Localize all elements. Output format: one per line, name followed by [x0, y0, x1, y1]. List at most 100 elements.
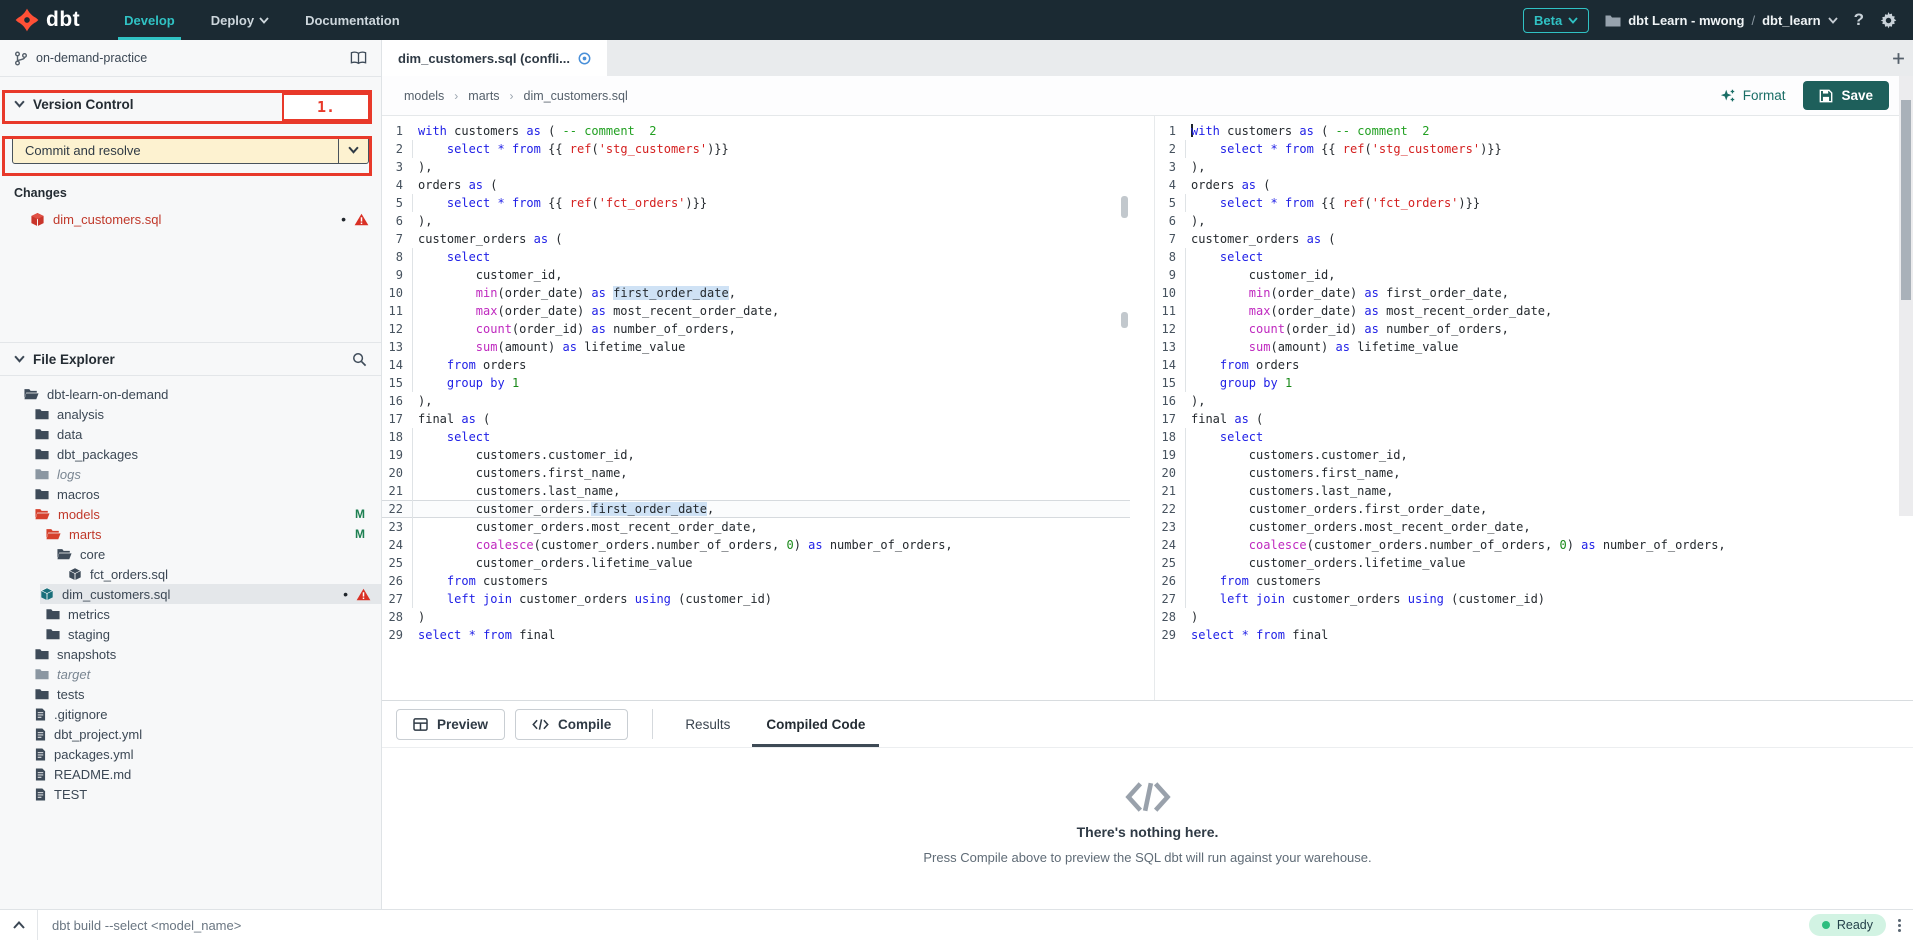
code-line-21[interactable]: 21 customers.last_name,: [1155, 482, 1913, 500]
code-line-25[interactable]: 25 customer_orders.lifetime_value: [382, 554, 1130, 572]
code-line-23[interactable]: 23 customer_orders.most_recent_order_dat…: [382, 518, 1130, 536]
new-tab-button[interactable]: [1892, 40, 1905, 76]
breadcrumb-file[interactable]: dim_customers.sql: [524, 89, 628, 103]
code-line-4[interactable]: 4orders as (: [1155, 176, 1913, 194]
commit-options-caret[interactable]: [338, 137, 368, 163]
code-line-6[interactable]: 6),: [1155, 212, 1913, 230]
code-line-25[interactable]: 25 customer_orders.lifetime_value: [1155, 554, 1913, 572]
code-line-27[interactable]: 27 left join customer_orders using (cust…: [382, 590, 1130, 608]
code-line-7[interactable]: 7customer_orders as (: [1155, 230, 1913, 248]
breadcrumb-models[interactable]: models: [404, 89, 444, 103]
code-line-16[interactable]: 16),: [1155, 392, 1913, 410]
code-line-29[interactable]: 29select * from final: [1155, 626, 1913, 644]
code-line-3[interactable]: 3),: [1155, 158, 1913, 176]
code-line-22[interactable]: 22 customer_orders.first_order_date,: [382, 500, 1130, 518]
code-line-16[interactable]: 16),: [382, 392, 1130, 410]
save-button[interactable]: Save: [1803, 81, 1889, 110]
code-line-10[interactable]: 10 min(order_date) as first_order_date,: [1155, 284, 1913, 302]
code-line-7[interactable]: 7customer_orders as (: [382, 230, 1130, 248]
tree-item--gitignore[interactable]: .gitignore: [0, 704, 381, 724]
code-line-2[interactable]: 2 select * from {{ ref('stg_customers')}…: [1155, 140, 1913, 158]
tree-item-dim-customers-sql[interactable]: dim_customers.sql•: [40, 584, 381, 604]
nav-deploy[interactable]: Deploy: [193, 0, 287, 40]
tree-item-readme-md[interactable]: README.md: [0, 764, 381, 784]
code-line-15[interactable]: 15 group by 1: [1155, 374, 1913, 392]
tree-item-data[interactable]: data: [0, 424, 381, 444]
code-line-13[interactable]: 13 sum(amount) as lifetime_value: [382, 338, 1130, 356]
code-line-24[interactable]: 24 coalesce(customer_orders.number_of_or…: [1155, 536, 1913, 554]
editor-tab-dim-customers[interactable]: dim_customers.sql (confli...: [382, 40, 607, 76]
dbt-logo[interactable]: dbt: [0, 0, 106, 40]
docs-book-icon[interactable]: [350, 51, 367, 65]
nav-develop[interactable]: Develop: [106, 0, 193, 40]
code-line-17[interactable]: 17final as (: [382, 410, 1130, 428]
git-branch-indicator[interactable]: on-demand-practice: [0, 40, 381, 77]
tree-item-dbt-packages[interactable]: dbt_packages: [0, 444, 381, 464]
code-line-8[interactable]: 8 select: [382, 248, 1130, 266]
code-pane-right[interactable]: 1with customers as ( -- comment 22 selec…: [1155, 116, 1913, 700]
tree-item-dbt-learn-on-demand[interactable]: dbt-learn-on-demand: [0, 384, 381, 404]
code-line-28[interactable]: 28): [1155, 608, 1913, 626]
code-line-2[interactable]: 2 select * from {{ ref('stg_customers')}…: [382, 140, 1130, 158]
code-line-12[interactable]: 12 count(order_id) as number_of_orders,: [382, 320, 1130, 338]
tree-item-target[interactable]: target: [0, 664, 381, 684]
code-line-17[interactable]: 17final as (: [1155, 410, 1913, 428]
code-line-10[interactable]: 10 min(order_date) as first_order_date,: [382, 284, 1130, 302]
code-line-14[interactable]: 14 from orders: [382, 356, 1130, 374]
tab-compiled-code[interactable]: Compiled Code: [748, 701, 883, 747]
code-line-23[interactable]: 23 customer_orders.most_recent_order_dat…: [1155, 518, 1913, 536]
nav-documentation[interactable]: Documentation: [287, 0, 418, 40]
compile-button[interactable]: Compile: [515, 709, 628, 740]
preview-button[interactable]: Preview: [396, 709, 505, 740]
kebab-menu-button[interactable]: [1898, 919, 1901, 932]
tree-item-fct-orders-sql[interactable]: fct_orders.sql: [0, 564, 381, 584]
tree-item-dbt-project-yml[interactable]: dbt_project.yml: [0, 724, 381, 744]
tree-item-marts[interactable]: martsM: [0, 524, 381, 544]
code-line-26[interactable]: 26 from customers: [382, 572, 1130, 590]
code-line-6[interactable]: 6),: [382, 212, 1130, 230]
tree-item-metrics[interactable]: metrics: [0, 604, 381, 624]
code-line-21[interactable]: 21 customers.last_name,: [382, 482, 1130, 500]
left-pane-scrollbar[interactable]: [1121, 116, 1128, 700]
editor-scrollbar[interactable]: [1899, 76, 1913, 516]
tree-item-staging[interactable]: staging: [0, 624, 381, 644]
code-line-18[interactable]: 18 select: [1155, 428, 1913, 446]
tree-item-core[interactable]: core: [0, 544, 381, 564]
code-line-22[interactable]: 22 customer_orders.first_order_date,: [1155, 500, 1913, 518]
code-line-4[interactable]: 4orders as (: [382, 176, 1130, 194]
command-input[interactable]: dbt build --select <model_name>: [38, 918, 1809, 933]
code-line-15[interactable]: 15 group by 1: [382, 374, 1130, 392]
beta-toggle[interactable]: Beta: [1523, 8, 1589, 33]
code-line-13[interactable]: 13 sum(amount) as lifetime_value: [1155, 338, 1913, 356]
changed-file-row[interactable]: dim_customers.sql •: [0, 208, 381, 230]
code-line-9[interactable]: 9 customer_id,: [1155, 266, 1913, 284]
code-line-24[interactable]: 24 coalesce(customer_orders.number_of_or…: [382, 536, 1130, 554]
tree-item-tests[interactable]: tests: [0, 684, 381, 704]
code-line-9[interactable]: 9 customer_id,: [382, 266, 1130, 284]
tree-item-analysis[interactable]: analysis: [0, 404, 381, 424]
account-switcher[interactable]: dbt Learn - mwong / dbt_learn: [1605, 13, 1837, 28]
tree-item-logs[interactable]: logs: [0, 464, 381, 484]
file-explorer-header[interactable]: File Explorer: [0, 342, 381, 376]
code-line-1[interactable]: 1with customers as ( -- comment 2: [1155, 122, 1913, 140]
code-pane-left[interactable]: 1with customers as ( -- comment 22 selec…: [382, 116, 1130, 700]
code-line-27[interactable]: 27 left join customer_orders using (cust…: [1155, 590, 1913, 608]
code-line-12[interactable]: 12 count(order_id) as number_of_orders,: [1155, 320, 1913, 338]
search-icon[interactable]: [352, 352, 367, 367]
code-line-29[interactable]: 29select * from final: [382, 626, 1130, 644]
code-line-14[interactable]: 14 from orders: [1155, 356, 1913, 374]
code-line-18[interactable]: 18 select: [382, 428, 1130, 446]
code-line-5[interactable]: 5 select * from {{ ref('fct_orders')}}: [382, 194, 1130, 212]
code-line-11[interactable]: 11 max(order_date) as most_recent_order_…: [382, 302, 1130, 320]
editor-scrollbar-thumb[interactable]: [1901, 100, 1911, 300]
code-line-19[interactable]: 19 customers.customer_id,: [382, 446, 1130, 464]
tree-item-models[interactable]: modelsM: [0, 504, 381, 524]
breadcrumb-marts[interactable]: marts: [468, 89, 499, 103]
settings-gear-button[interactable]: [1880, 12, 1897, 29]
version-control-header[interactable]: Version Control: [0, 89, 381, 119]
code-line-20[interactable]: 20 customers.first_name,: [382, 464, 1130, 482]
format-button[interactable]: Format: [1720, 88, 1786, 104]
tree-item-packages-yml[interactable]: packages.yml: [0, 744, 381, 764]
code-line-26[interactable]: 26 from customers: [1155, 572, 1913, 590]
commit-and-resolve-button[interactable]: Commit and resolve: [12, 136, 369, 164]
